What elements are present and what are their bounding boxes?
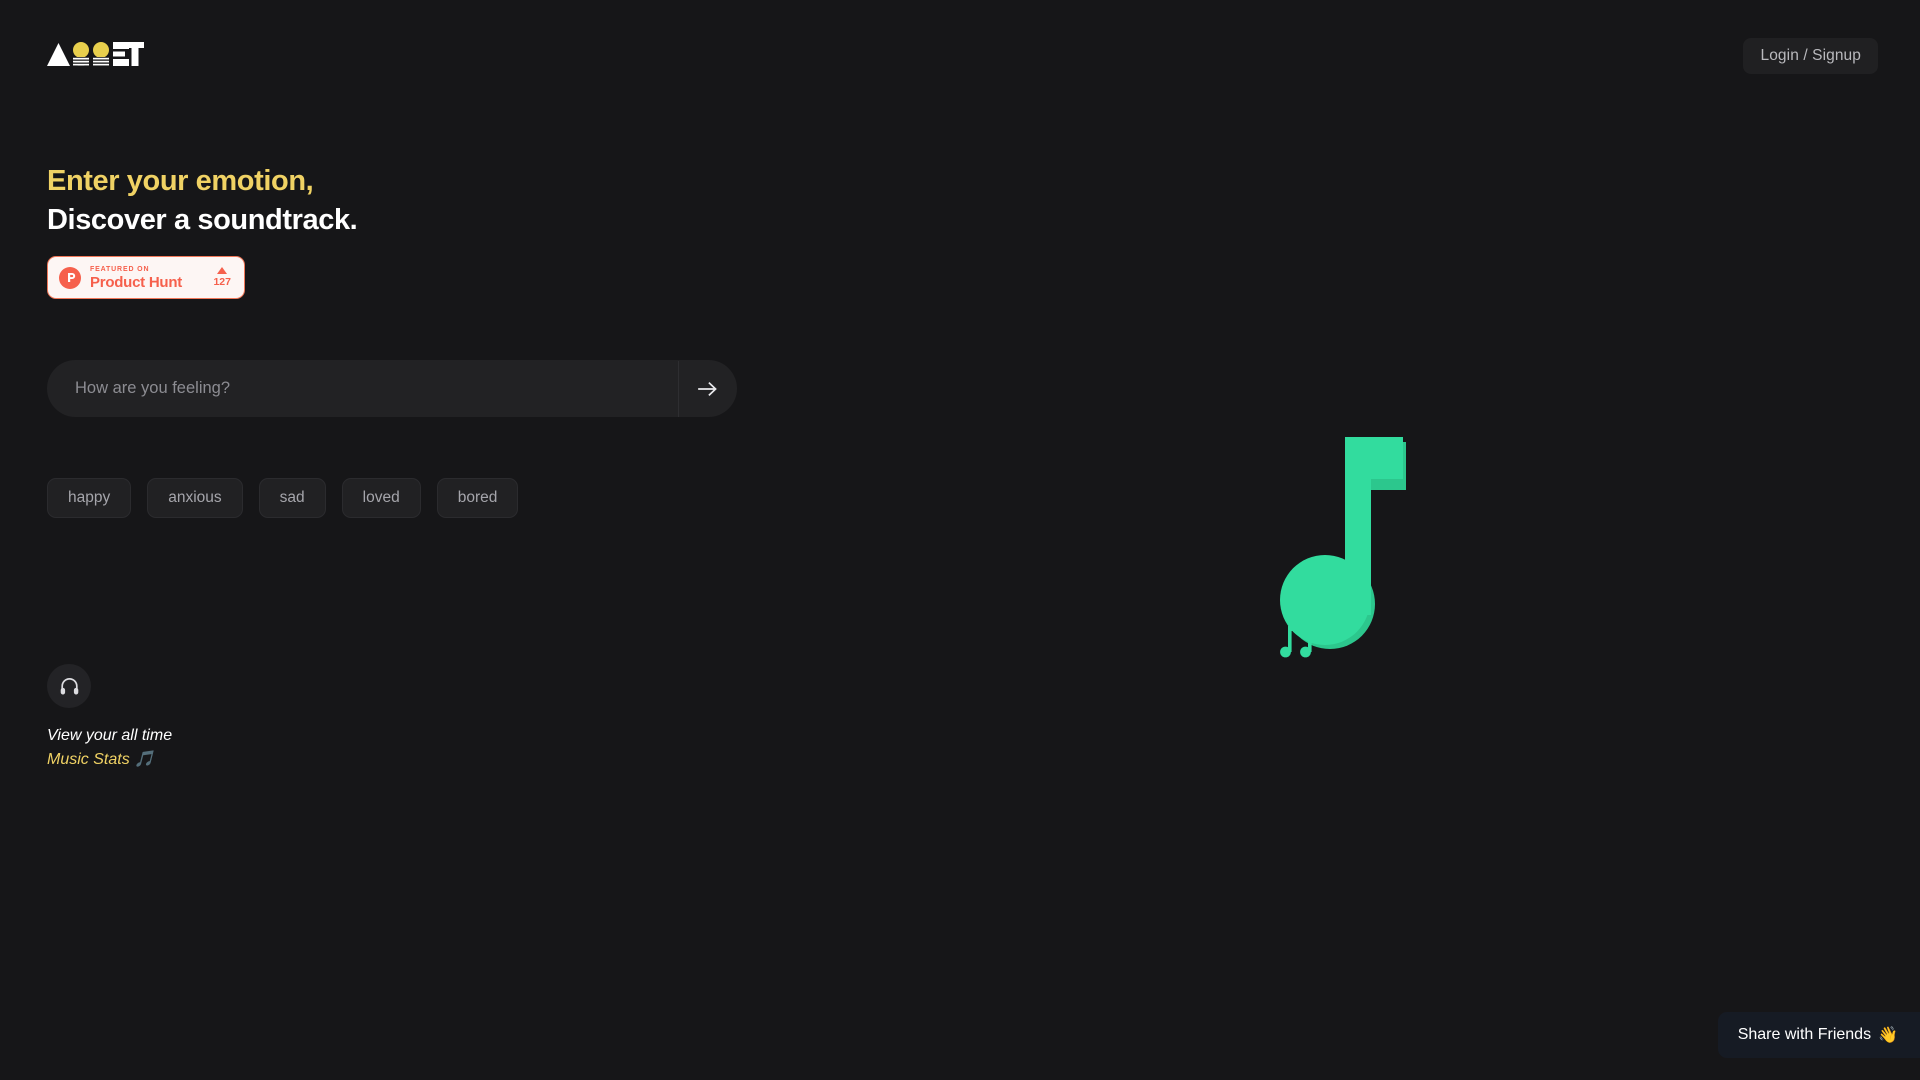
music-stats-link[interactable]: View your all time Music Stats 🎵 bbox=[47, 664, 172, 772]
music-stats-line-2: Music Stats 🎵 bbox=[47, 751, 155, 768]
music-stats-line-1: View your all time bbox=[47, 727, 173, 744]
search-input[interactable] bbox=[47, 360, 678, 417]
headphones-icon bbox=[47, 664, 91, 708]
waving-hand-icon: 👋 bbox=[1878, 1027, 1898, 1044]
product-hunt-upvotes[interactable]: 127 bbox=[213, 267, 233, 288]
page-title-line-1: Enter your emotion, bbox=[47, 165, 314, 197]
upvote-caret-icon bbox=[217, 267, 228, 275]
product-hunt-name: Product Hunt bbox=[90, 273, 182, 291]
emotion-chip-bored[interactable]: bored bbox=[436, 478, 519, 518]
share-with-friends-button[interactable]: Share with Friends 👋 bbox=[1717, 1012, 1920, 1058]
emotion-chip-sad[interactable]: sad bbox=[258, 478, 326, 518]
emotion-chip-list: happy anxious sad loved bored bbox=[47, 478, 519, 518]
music-note-illustration bbox=[1270, 432, 1420, 672]
emotion-search-bar[interactable] bbox=[47, 360, 737, 417]
share-label: Share with Friends bbox=[1737, 1026, 1872, 1043]
asset-wordmark-icon bbox=[47, 42, 144, 66]
emotion-chip-anxious[interactable]: anxious bbox=[147, 478, 243, 518]
product-hunt-upvote-count: 127 bbox=[213, 276, 231, 289]
product-hunt-logo-icon bbox=[59, 266, 81, 289]
page-title-line-2: Discover a soundtrack. bbox=[47, 204, 358, 236]
asset-logo[interactable] bbox=[44, 40, 144, 68]
emotion-chip-happy[interactable]: happy bbox=[47, 478, 132, 518]
product-hunt-text: FEATURED ON Product Hunt bbox=[90, 266, 204, 290]
arrow-right-icon bbox=[698, 381, 717, 396]
login-signup-button[interactable]: Login / Signup bbox=[1743, 38, 1878, 74]
hero-copy: Enter your emotion, Discover a soundtrac… bbox=[47, 162, 847, 239]
site-header: Login / Signup bbox=[0, 0, 1920, 120]
search-submit-button[interactable] bbox=[679, 360, 737, 417]
emotion-chip-loved[interactable]: loved bbox=[341, 478, 421, 518]
product-hunt-badge[interactable]: FEATURED ON Product Hunt 127 bbox=[47, 256, 245, 299]
product-hunt-featured-label: FEATURED ON bbox=[90, 265, 150, 273]
